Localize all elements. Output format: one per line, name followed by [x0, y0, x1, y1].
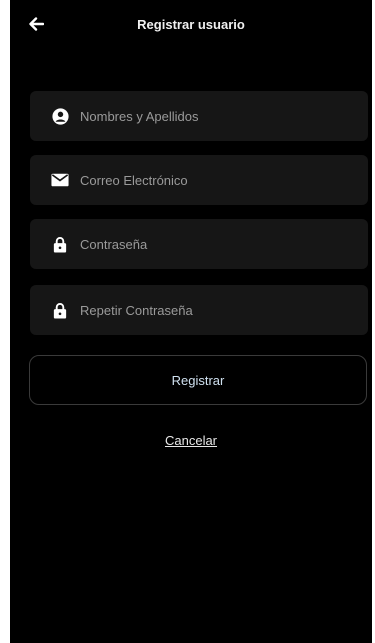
lock-icon: [50, 300, 70, 320]
full-name-placeholder: Nombres y Apellidos: [80, 108, 199, 124]
repeat-password-field[interactable]: Repetir Contraseña: [30, 285, 368, 335]
lock-icon: [50, 234, 70, 254]
user-circle-icon: [50, 106, 70, 126]
register-screen: Registrar usuario Nombres y Apellidos Co…: [10, 0, 372, 643]
app-header: Registrar usuario: [10, 0, 372, 56]
email-placeholder: Correo Electrónico: [80, 172, 188, 188]
password-field[interactable]: Contraseña: [30, 219, 368, 269]
register-button[interactable]: Registrar: [29, 355, 367, 405]
envelope-icon: [50, 170, 70, 190]
cancel-link[interactable]: Cancelar: [10, 433, 372, 448]
repeat-password-placeholder: Repetir Contraseña: [80, 302, 193, 318]
password-placeholder: Contraseña: [80, 236, 148, 252]
page-title: Registrar usuario: [137, 17, 245, 32]
email-field[interactable]: Correo Electrónico: [30, 155, 368, 205]
full-name-field[interactable]: Nombres y Apellidos: [30, 91, 368, 141]
